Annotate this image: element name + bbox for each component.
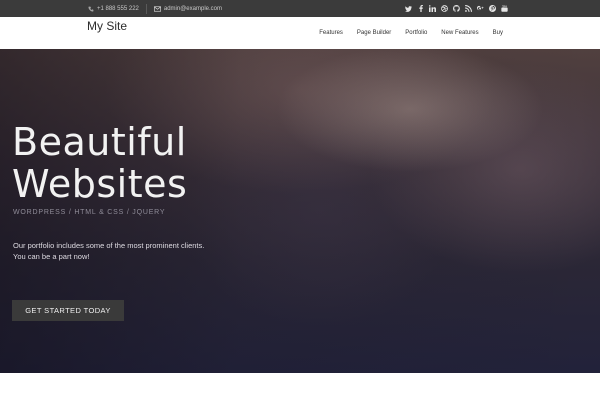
nav-item-label: Buy — [492, 30, 503, 36]
facebook-icon[interactable] — [417, 5, 424, 12]
hero-description: Our portfolio includes some of the most … — [13, 240, 263, 262]
twitter-icon[interactable] — [405, 5, 412, 12]
github-icon[interactable] — [453, 5, 460, 12]
contact-divider — [145, 3, 147, 14]
hero-description-line: Our portfolio includes some of the most … — [13, 241, 205, 250]
linkedin-icon[interactable] — [429, 5, 436, 12]
contact-info: +1 888 555 222 admin@example.com — [88, 0, 222, 17]
nav-item-page-builder[interactable]: Page Builder — [350, 17, 398, 49]
envelope-icon — [153, 5, 161, 12]
nav-item-new-features[interactable]: New Features — [434, 17, 485, 49]
nav-item-label: New Features — [441, 30, 479, 36]
hero-title: Beautiful Websites — [12, 121, 187, 205]
nav-item-features[interactable]: Features — [312, 17, 350, 50]
dribbble-icon[interactable] — [441, 5, 448, 12]
pinterest-icon[interactable] — [489, 5, 496, 12]
main-nav: Features Page Builder Portfolio New Feat… — [312, 17, 510, 50]
email-contact[interactable]: admin@example.com — [153, 5, 222, 12]
phone-icon — [88, 6, 94, 12]
phone-number: +1 888 555 222 — [97, 5, 139, 12]
nav-item-label: Portfolio — [405, 30, 428, 36]
site-logo[interactable]: My Site — [87, 19, 127, 33]
page-footer-strip — [0, 373, 600, 400]
google-plus-icon[interactable] — [477, 5, 484, 12]
hero-title-line: Beautiful — [12, 120, 187, 164]
hero-section: Beautiful Websites WORDPRESS / HTML & CS… — [0, 49, 600, 373]
get-started-button[interactable]: GET STARTED TODAY — [12, 300, 124, 321]
phone-contact[interactable]: +1 888 555 222 — [88, 6, 139, 12]
social-links — [405, 0, 508, 17]
site-header: My Site Features Page Builder Portfolio … — [0, 17, 600, 50]
nav-item-label: Features — [319, 30, 343, 36]
email-address: admin@example.com — [163, 5, 222, 12]
nav-item-portfolio[interactable]: Portfolio — [398, 17, 434, 49]
youtube-icon[interactable] — [501, 5, 508, 12]
rss-icon[interactable] — [465, 5, 472, 12]
top-bar: +1 888 555 222 admin@example.com — [0, 0, 600, 17]
hero-title-line: Websites — [12, 162, 188, 206]
nav-item-label: Page Builder — [356, 30, 392, 36]
hero-description-line: You can be a part now! — [13, 252, 90, 261]
hero-subtitle: WORDPRESS / HTML & CSS / JQUERY — [13, 209, 166, 216]
nav-item-buy[interactable]: Buy — [486, 17, 510, 49]
